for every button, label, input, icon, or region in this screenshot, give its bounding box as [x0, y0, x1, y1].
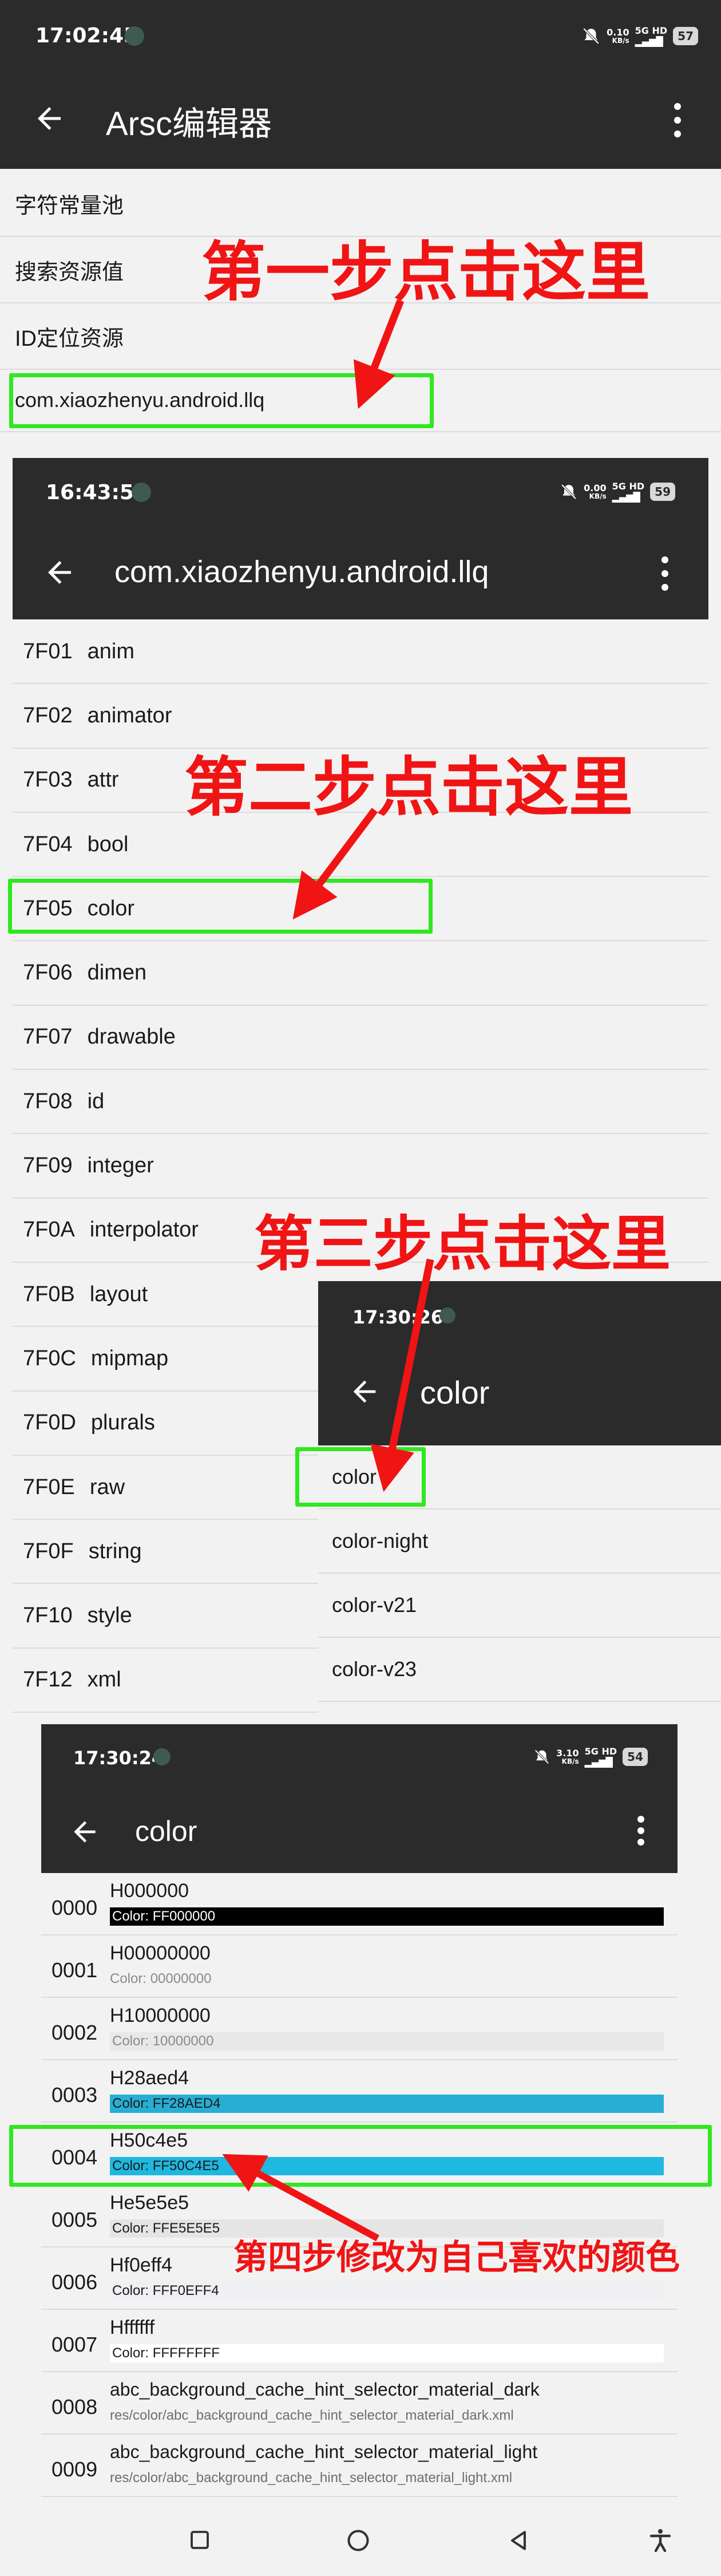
annotation-arrows	[222, 299, 434, 2242]
step4-arrow	[222, 2154, 379, 2242]
square-nav-icon[interactable]	[188, 2528, 212, 2552]
system-nav-bar	[0, 2502, 721, 2576]
circle-nav-icon[interactable]	[346, 2528, 371, 2553]
accessibility-icon[interactable]	[647, 2527, 674, 2554]
step1-arrow	[353, 299, 405, 409]
step3-arrow	[370, 1258, 434, 1492]
triangle-nav-icon[interactable]	[506, 2528, 531, 2553]
step2-arrow	[292, 808, 378, 920]
